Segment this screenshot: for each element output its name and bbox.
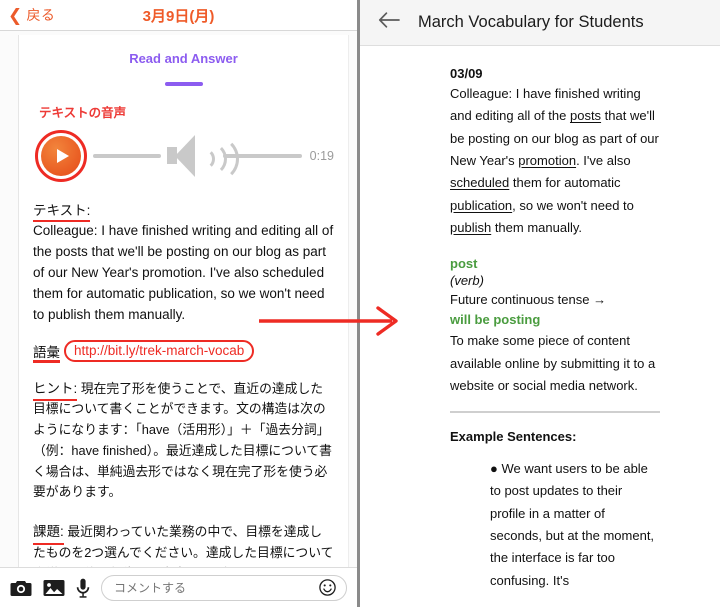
back-button[interactable]: ❮ 戻る: [0, 5, 55, 25]
assignment-card: Read and Answer テキストの音声 0:19 テキスト: Colle…: [18, 35, 349, 567]
left-panel-header: ❮ 戻る 3月9日(月): [0, 0, 357, 31]
vocab-entry-tense-note: Future continuous tense →: [450, 292, 607, 308]
passage-text: . I've also: [576, 153, 631, 169]
audio-duration: 0:19: [309, 149, 334, 163]
camera-icon[interactable]: [10, 579, 32, 597]
comment-toolbar: [0, 567, 357, 607]
title-underline-bar: [164, 82, 203, 86]
vocab-word[interactable]: publish: [450, 220, 491, 235]
text-section-body: Colleague: I have finished writing and e…: [33, 223, 334, 322]
vocab-word[interactable]: scheduled: [450, 175, 509, 190]
app-screen: ❮ 戻る 3月9日(月) Read and Answer テキストの音声 0:1…: [0, 0, 720, 607]
passage-text: them for automatic: [509, 175, 621, 191]
annotation-ring: [35, 130, 87, 182]
text-section: テキスト: Colleague: I have finished writing…: [33, 199, 334, 326]
back-button-label: 戻る: [26, 7, 56, 23]
audio-section-label: テキストの音声: [39, 106, 127, 120]
vocab-link[interactable]: http://bit.ly/trek-march-vocab: [64, 339, 255, 362]
examples-heading: Example Sentences:: [450, 428, 577, 444]
assignment-scroll-area[interactable]: Read and Answer テキストの音声 0:19 テキスト: Colle…: [0, 31, 357, 567]
vocab-section: 語彙 http://bit.ly/trek-march-vocab: [33, 339, 334, 363]
play-button-annotated[interactable]: [33, 128, 89, 184]
vocab-entry-definition: To make some piece of content available …: [450, 333, 656, 394]
document-date: 03/09: [450, 66, 483, 81]
vocab-word[interactable]: promotion: [518, 153, 576, 168]
document-header: March Vocabulary for Students: [360, 0, 720, 46]
right-panel-document: March Vocabulary for Students 03/09 Coll…: [360, 0, 720, 607]
vocab-entry-part-of-speech: (verb): [450, 272, 484, 288]
vocab-word[interactable]: posts: [570, 108, 601, 123]
back-arrow-icon[interactable]: [378, 12, 400, 33]
task-section: 課題: 最近関わっていた業務の中で、目標を達成したものを2つ選んでください。達成…: [33, 521, 334, 567]
hint-section-body: ヒント: 現在完了形を使うことで、直近の達成した目標について書くことができます。…: [33, 378, 334, 503]
task-section-body: 課題: 最近関わっていた業務の中で、目標を達成したものを2つ選んでください。達成…: [33, 521, 334, 567]
chevron-left-icon: ❮: [8, 5, 23, 25]
task-section-label: 課題:: [33, 521, 64, 545]
hint-section-label: ヒント:: [33, 378, 78, 402]
vocab-entry-conjugated-form: will be posting: [450, 312, 541, 328]
image-icon[interactable]: [43, 579, 65, 597]
comment-input-container[interactable]: [101, 574, 347, 601]
text-section-label: テキスト:: [33, 199, 91, 222]
left-panel-assignment: ❮ 戻る 3月9日(月) Read and Answer テキストの音声 0:1…: [0, 0, 357, 607]
microphone-icon[interactable]: [76, 578, 90, 598]
lesson-title: Read and Answer: [129, 51, 238, 66]
passage-text: them manually.: [491, 220, 582, 236]
vocab-word[interactable]: publication: [450, 198, 512, 213]
hint-section: ヒント: 現在完了形を使うことで、直近の達成した目標について書くことができます。…: [33, 378, 334, 503]
document-body[interactable]: 03/09 Colleague: I have finished writing…: [360, 46, 720, 607]
vocab-section-label: 語彙: [33, 341, 60, 363]
smiley-icon[interactable]: [319, 579, 336, 596]
audio-progress-track-left[interactable]: [93, 154, 162, 158]
speaker-icon: [165, 134, 240, 182]
document-title: March Vocabulary for Students: [418, 13, 644, 31]
document-passage: Colleague: I have finished writing and e…: [450, 83, 660, 240]
hint-section-text: 現在完了形を使うことで、直近の達成した目標について書くことができます。文の構造は…: [33, 380, 332, 500]
comment-input[interactable]: [112, 579, 313, 596]
passage-text: , so we won't need to: [512, 197, 634, 213]
audio-player: 0:19: [33, 127, 334, 185]
example-sentence: ● We want users to be able to post updat…: [490, 460, 655, 588]
vocab-entry-headword: post: [450, 255, 478, 271]
task-section-text: 最近関わっていた業務の中で、目標を達成したものを2つ選んでください。達成した目標…: [33, 524, 334, 567]
section-divider: [450, 411, 660, 413]
